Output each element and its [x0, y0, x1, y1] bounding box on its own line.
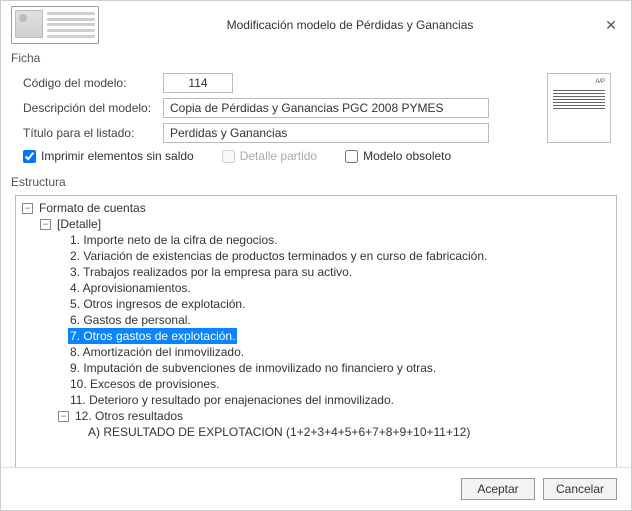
codigo-label: Código del modelo: [23, 76, 163, 90]
tree-node-label: 3. Trabajos realizados por la empresa pa… [68, 264, 354, 280]
checkbox-detalle: Detalle partido [222, 149, 317, 163]
tree-node-label: 11. Deterioro y resultado por enajenacio… [68, 392, 396, 408]
dialog-title: Modificación modelo de Pérdidas y Gananc… [99, 18, 601, 32]
tree-node[interactable]: A) RESULTADO DE EXPLOTACION (1+2+3+4+5+6… [22, 424, 616, 440]
tree-node-label: 2. Variación de existencias de productos… [68, 248, 489, 264]
checkbox-imprimir-input[interactable] [23, 150, 36, 163]
tree-node[interactable]: 5. Otros ingresos de explotación. [22, 296, 616, 312]
preview-thumbnail: A/P [547, 73, 611, 143]
titulo-label: Título para el listado: [23, 126, 163, 140]
tree-node-label: Formato de cuentas [37, 200, 148, 216]
ok-button[interactable]: Aceptar [461, 478, 535, 500]
tree-node[interactable]: 9. Imputación de subvenciones de inmovil… [22, 360, 616, 376]
tree-node-label: 4. Aprovisionamientos. [68, 280, 193, 296]
tree-node[interactable]: 8. Amortización del inmovilizado. [22, 344, 616, 360]
tree-toggle-icon[interactable]: − [40, 219, 51, 230]
tree-node[interactable]: −[Detalle] [22, 216, 616, 232]
section-estructura: Estructura [1, 175, 631, 189]
descripcion-input[interactable] [163, 98, 489, 118]
checkbox-imprimir-label: Imprimir elementos sin saldo [41, 149, 194, 163]
tree-node-label: 10. Excesos de provisiones. [68, 376, 221, 392]
checkbox-obsoleto-label: Modelo obsoleto [363, 149, 451, 163]
titulo-input[interactable] [163, 123, 489, 143]
tree-node-label: 12. Otros resultados [73, 408, 185, 424]
section-ficha: Ficha [1, 51, 631, 65]
tree-node[interactable]: 4. Aprovisionamientos. [22, 280, 616, 296]
tree-node[interactable]: 6. Gastos de personal. [22, 312, 616, 328]
checkbox-obsoleto[interactable]: Modelo obsoleto [345, 149, 451, 163]
tree-node-label: 6. Gastos de personal. [68, 312, 193, 328]
tree-node-label: 5. Otros ingresos de explotación. [68, 296, 247, 312]
tree-node-label: A) RESULTADO DE EXPLOTACION (1+2+3+4+5+6… [86, 424, 472, 440]
tree-node-label: 1. Importe neto de la cifra de negocios. [68, 232, 279, 248]
tree-node[interactable]: −Formato de cuentas [22, 200, 616, 216]
tree-toggle-icon[interactable]: − [22, 203, 33, 214]
tree-node[interactable]: 11. Deterioro y resultado por enajenacio… [22, 392, 616, 408]
tree-node-label: 9. Imputación de subvenciones de inmovil… [68, 360, 438, 376]
tree-node[interactable]: 10. Excesos de provisiones. [22, 376, 616, 392]
checkbox-detalle-input [222, 150, 235, 163]
tree-toggle-icon[interactable]: − [58, 411, 69, 422]
tree-node-label: 8. Amortización del inmovilizado. [68, 344, 246, 360]
dialog-icon [11, 6, 99, 44]
thumb-label: A/P [553, 79, 605, 85]
tree-node[interactable]: −12. Otros resultados [22, 408, 616, 424]
close-icon[interactable]: ✕ [601, 17, 621, 34]
checkbox-imprimir[interactable]: Imprimir elementos sin saldo [23, 149, 194, 163]
checkbox-detalle-label: Detalle partido [240, 149, 317, 163]
tree-node[interactable]: 3. Trabajos realizados por la empresa pa… [22, 264, 616, 280]
tree-container[interactable]: −Formato de cuentas−[Detalle]1. Importe … [15, 195, 617, 483]
descripcion-label: Descripción del modelo: [23, 101, 163, 115]
tree-node[interactable]: 7. Otros gastos de explotación. [22, 328, 616, 344]
codigo-input[interactable] [163, 73, 233, 93]
tree-node-label: 7. Otros gastos de explotación. [68, 328, 237, 344]
tree-node[interactable]: 2. Variación de existencias de productos… [22, 248, 616, 264]
cancel-button[interactable]: Cancelar [543, 478, 617, 500]
tree-node-label: [Detalle] [55, 216, 103, 232]
checkbox-obsoleto-input[interactable] [345, 150, 358, 163]
tree-node[interactable]: 1. Importe neto de la cifra de negocios. [22, 232, 616, 248]
